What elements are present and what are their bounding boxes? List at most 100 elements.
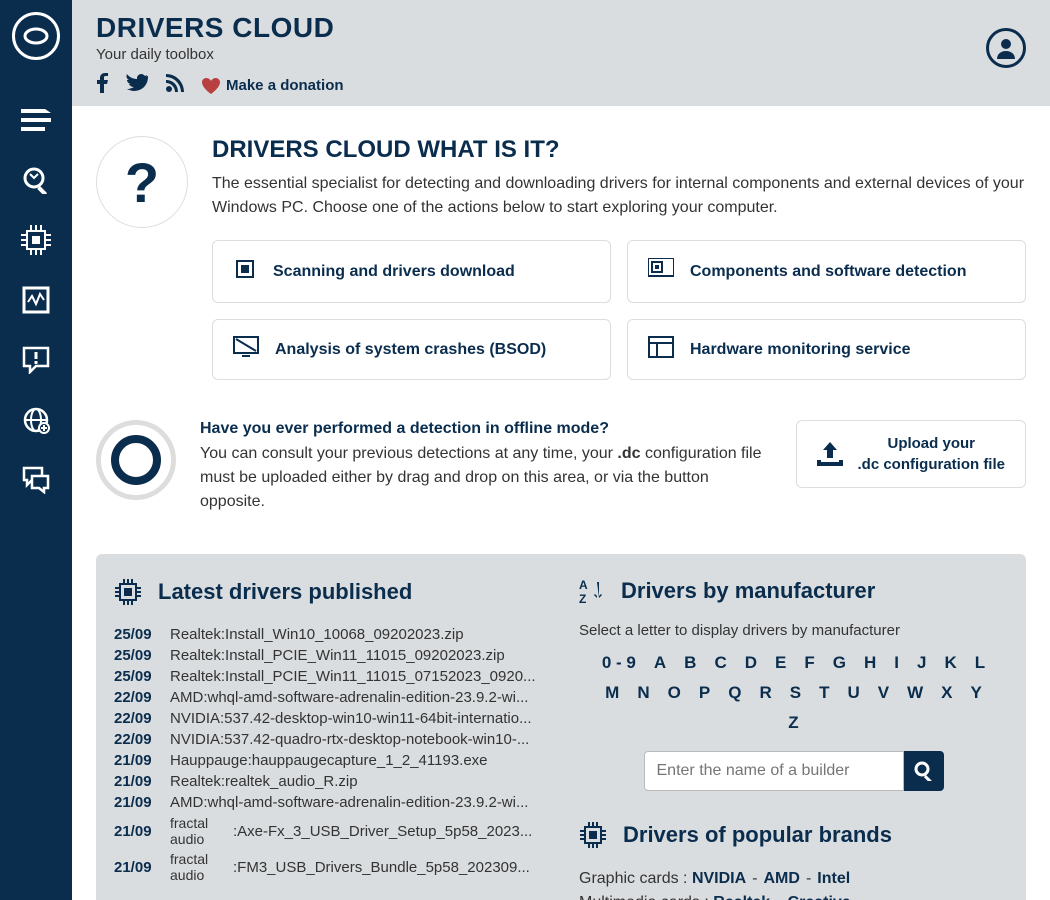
rss-icon[interactable] (166, 74, 184, 97)
brand-link[interactable]: Realtek (713, 894, 770, 900)
sidebar-item-monitor[interactable] (0, 270, 72, 330)
letter-W[interactable]: W (907, 683, 923, 703)
driver-link[interactable]: NVIDIA:537.42-quadro-rtx-desktop-noteboo… (170, 731, 561, 748)
sidebar-item-lines[interactable] (0, 90, 72, 150)
action-card-0[interactable]: Scanning and drivers download (212, 240, 611, 303)
brand-link[interactable]: AMD (764, 870, 800, 887)
letter-R[interactable]: R (759, 683, 771, 703)
action-icon (648, 336, 674, 363)
manufacturer-title: AZ Drivers by manufacturer (579, 578, 1008, 604)
sidebar (0, 0, 72, 900)
letter-X[interactable]: X (941, 683, 952, 703)
letter-Q[interactable]: Q (728, 683, 741, 703)
letter-L[interactable]: L (975, 653, 985, 673)
intro-body: The essential specialist for detecting a… (212, 172, 1026, 220)
chip-icon (579, 821, 607, 849)
driver-link[interactable]: Hauppauge:hauppaugecapture_1_2_41193.exe (170, 752, 561, 769)
question-icon: ? (96, 136, 188, 228)
driver-link[interactable]: Realtek:Install_PCIE_Win11_11015_0920202… (170, 647, 561, 664)
action-label: Components and software detection (690, 263, 966, 281)
letter-B[interactable]: B (684, 653, 696, 673)
driver-link[interactable]: AMD:whql-amd-software-adrenalin-edition-… (170, 689, 561, 706)
letter-0-9[interactable]: 0 - 9 (602, 653, 636, 673)
svg-text:A: A (579, 578, 588, 592)
driver-date: 22/09 (114, 689, 162, 706)
driver-mfr: fractal audio (170, 851, 225, 883)
builder-search-input[interactable] (644, 751, 904, 791)
brand-link[interactable]: Intel (817, 870, 850, 887)
letter-G[interactable]: G (833, 653, 846, 673)
driver-date: 21/09 (114, 752, 162, 769)
manufacturer-desc: Select a letter to display drivers by ma… (579, 622, 1008, 639)
letter-M[interactable]: M (605, 683, 619, 703)
header-title: DRIVERS CLOUD (96, 12, 1026, 44)
sidebar-item-chat[interactable] (0, 450, 72, 510)
driver-date: 21/09 (114, 859, 162, 876)
letter-U[interactable]: U (847, 683, 859, 703)
letter-F[interactable]: F (804, 653, 814, 673)
driver-date: 21/09 (114, 794, 162, 811)
brand-row: Multimedia cards : Realtek-Creative (579, 891, 1008, 900)
driver-date: 22/09 (114, 731, 162, 748)
logo-icon[interactable] (12, 12, 60, 60)
driver-date: 21/09 (114, 773, 162, 790)
letter-S[interactable]: S (790, 683, 801, 703)
driver-link[interactable]: Realtek:Install_Win10_10068_09202023.zip (170, 626, 561, 643)
letter-D[interactable]: D (745, 653, 757, 673)
letter-Y[interactable]: Y (970, 683, 981, 703)
brand-label: Multimedia cards : (579, 894, 709, 900)
svg-text:Z: Z (579, 592, 586, 604)
driver-link[interactable]: Realtek:Install_PCIE_Win11_11015_0715202… (170, 668, 561, 685)
driver-link[interactable]: AMD:whql-amd-software-adrenalin-edition-… (170, 794, 561, 811)
action-icon (233, 257, 257, 286)
letter-V[interactable]: V (878, 683, 889, 703)
letter-J[interactable]: J (917, 653, 926, 673)
builder-search-button[interactable] (904, 751, 944, 791)
intro-title: DRIVERS CLOUD WHAT IS IT? (212, 136, 1026, 164)
header: DRIVERS CLOUD Your daily toolbox Make a … (72, 0, 1050, 106)
offline-icon (96, 420, 176, 500)
action-card-2[interactable]: Analysis of system crashes (BSOD) (212, 319, 611, 380)
offline-body: You can consult your previous detections… (200, 442, 772, 514)
driver-date: 22/09 (114, 710, 162, 727)
header-subtitle: Your daily toolbox (96, 46, 1026, 63)
latest-title: Latest drivers published (114, 578, 561, 606)
action-label: Scanning and drivers download (273, 263, 515, 281)
driver-date: 25/09 (114, 668, 162, 685)
driver-date: 25/09 (114, 626, 162, 643)
letter-A[interactable]: A (654, 653, 666, 673)
letter-I[interactable]: I (894, 653, 899, 673)
facebook-icon[interactable] (96, 73, 108, 98)
driver-mfr: fractal audio (170, 815, 225, 847)
sidebar-item-search[interactable] (0, 150, 72, 210)
letter-K[interactable]: K (944, 653, 956, 673)
action-label: Analysis of system crashes (BSOD) (275, 341, 546, 359)
letter-N[interactable]: N (637, 683, 649, 703)
letter-E[interactable]: E (775, 653, 786, 673)
letter-O[interactable]: O (668, 683, 681, 703)
action-icon (233, 336, 259, 363)
sidebar-item-globe[interactable] (0, 390, 72, 450)
letter-Z[interactable]: Z (788, 713, 798, 733)
donation-link[interactable]: Make a donation (202, 77, 344, 94)
sidebar-item-alert[interactable] (0, 330, 72, 390)
letter-T[interactable]: T (819, 683, 829, 703)
brand-link[interactable]: NVIDIA (692, 870, 746, 887)
action-card-3[interactable]: Hardware monitoring service (627, 319, 1026, 380)
driver-link[interactable]: :Axe-Fx_3_USB_Driver_Setup_5p58_2023... (233, 823, 561, 840)
brands-title: Drivers of popular brands (579, 821, 1008, 849)
letter-C[interactable]: C (714, 653, 726, 673)
upload-button[interactable]: Upload your.dc configuration file (796, 420, 1026, 488)
driver-date: 21/09 (114, 823, 162, 840)
driver-link[interactable]: Realtek:realtek_audio_R.zip (170, 773, 561, 790)
driver-link[interactable]: :FM3_USB_Drivers_Bundle_5p58_202309... (233, 859, 561, 876)
letter-H[interactable]: H (864, 653, 876, 673)
driver-link[interactable]: NVIDIA:537.42-desktop-win10-win11-64bit-… (170, 710, 561, 727)
brand-link[interactable]: Creative (788, 894, 851, 900)
twitter-icon[interactable] (126, 74, 148, 97)
sidebar-item-chip[interactable] (0, 210, 72, 270)
brand-row: Graphic cards : NVIDIA-AMD-Intel (579, 867, 1008, 891)
letter-P[interactable]: P (699, 683, 710, 703)
avatar-icon[interactable] (986, 28, 1026, 68)
action-card-1[interactable]: Components and software detection (627, 240, 1026, 303)
